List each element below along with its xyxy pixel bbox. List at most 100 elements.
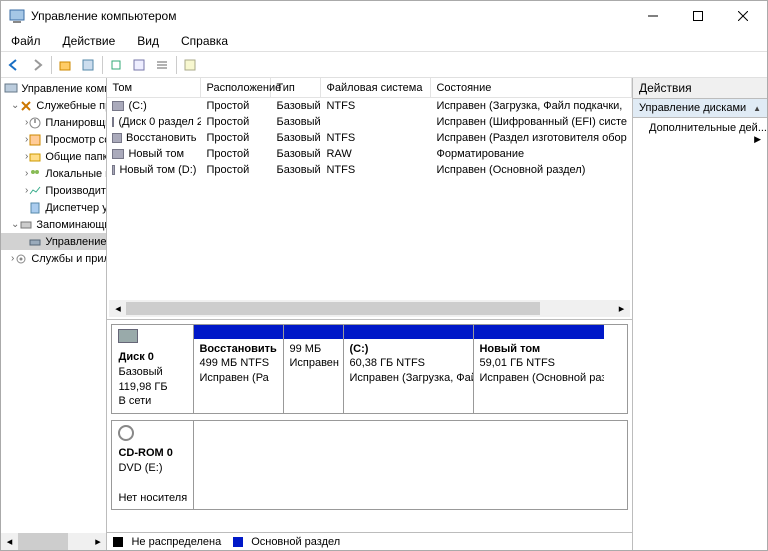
- menu-help[interactable]: Справка: [175, 33, 234, 49]
- forward-button[interactable]: [26, 54, 48, 76]
- menu-view[interactable]: Вид: [131, 33, 165, 49]
- scroll-track[interactable]: [18, 533, 89, 550]
- event-icon: [28, 132, 42, 148]
- legend-box-primary: [233, 537, 243, 547]
- volume-name: Новый том: [128, 148, 184, 160]
- volume-status: Форматирование: [431, 148, 632, 160]
- partition-size: 499 МБ NTFS: [199, 357, 269, 369]
- partition-body: Восстановить499 МБ NTFSИсправен (Ра: [194, 339, 283, 413]
- partition-body: Новый том59,01 ГБ NTFSИсправен (Основной…: [474, 339, 604, 413]
- diskmgmt-icon: [28, 234, 42, 250]
- action-button[interactable]: [128, 54, 150, 76]
- actions-pane: Действия Управление дисками ▲ Дополнител…: [633, 78, 767, 550]
- partition-size: 99 МБ: [289, 343, 321, 355]
- minimize-button[interactable]: [630, 2, 675, 30]
- tree-root[interactable]: Управление компьютером (л: [21, 83, 107, 95]
- disk0-size: 119,98 ГБ: [118, 381, 167, 393]
- tree-hscrollbar[interactable]: ◂ ▸: [1, 533, 106, 550]
- tree-shared[interactable]: Общие папки: [45, 151, 107, 163]
- legend-box-unallocated: [113, 537, 123, 547]
- partition[interactable]: Восстановить499 МБ NTFSИсправен (Ра: [194, 325, 284, 413]
- partition-bar: [344, 325, 473, 339]
- volume-row[interactable]: (C:)ПростойБазовыйNTFSИсправен (Загрузка…: [107, 98, 632, 114]
- app-icon: [9, 8, 25, 24]
- tree-eventvwr[interactable]: Просмотр событий: [45, 134, 107, 146]
- scroll-thumb[interactable]: [126, 302, 540, 315]
- refresh-button[interactable]: [105, 54, 127, 76]
- partition-status: Исправен: [289, 357, 339, 369]
- disk-row[interactable]: CD-ROM 0 DVD (E:) Нет носителя: [111, 420, 628, 510]
- close-button[interactable]: [720, 2, 765, 30]
- cdrom-partitions-empty: [194, 421, 627, 509]
- scroll-right-button[interactable]: ▸: [89, 533, 106, 550]
- menu-action[interactable]: Действие: [57, 33, 122, 49]
- collapse-icon[interactable]: ▲: [753, 104, 761, 113]
- legend: Не распределена Основной раздел: [107, 532, 632, 550]
- cdrom-drive: DVD (E:): [118, 462, 162, 474]
- menu-bar: Файл Действие Вид Справка: [1, 31, 767, 51]
- tree-diskmgmt[interactable]: Управление дисками: [45, 236, 107, 248]
- volume-list[interactable]: Том Расположение Тип Файловая система Со…: [107, 78, 632, 320]
- cdrom-name: CD-ROM 0: [118, 447, 172, 459]
- back-button[interactable]: [3, 54, 25, 76]
- tree-perf[interactable]: Производительность: [45, 185, 107, 197]
- scroll-thumb[interactable]: [18, 533, 68, 550]
- partition-status: Исправен (Ра: [199, 372, 268, 384]
- col-status[interactable]: Состояние: [431, 78, 632, 97]
- volume-hscrollbar[interactable]: ◂ ▸: [109, 300, 630, 317]
- partition[interactable]: Новый том59,01 ГБ NTFSИсправен (Основной…: [474, 325, 604, 413]
- col-fs[interactable]: Файловая система: [321, 78, 431, 97]
- partition-body: (C:)60,38 ГБ NTFSИсправен (Загрузка, Фай…: [344, 339, 473, 413]
- scroll-track[interactable]: [126, 300, 613, 317]
- volume-row[interactable]: ВосстановитьПростойБазовыйNTFSИсправен (…: [107, 130, 632, 146]
- volume-status: Исправен (Загрузка, Файл подкачки,: [431, 100, 632, 112]
- volume-icon: [112, 101, 124, 111]
- actions-more-link[interactable]: Дополнительные дей... ▶: [633, 118, 767, 149]
- volume-row[interactable]: (Диск 0 раздел 2)ПростойБазовыйИсправен …: [107, 114, 632, 130]
- volume-row[interactable]: Новый томПростойБазовыйRAWФорматирование: [107, 146, 632, 162]
- scroll-right-button[interactable]: ▸: [613, 300, 630, 317]
- volume-icon: [112, 165, 115, 175]
- folder-icon: [28, 149, 42, 165]
- tree-users[interactable]: Локальные пользоват: [45, 168, 107, 180]
- disk-icon: [118, 329, 138, 343]
- volume-type: Базовый: [271, 132, 321, 144]
- col-layout[interactable]: Расположение: [201, 78, 271, 97]
- partition-status: Исправен (Загрузка, Файл: [349, 372, 473, 384]
- partition-bar: [194, 325, 283, 339]
- list-button[interactable]: [151, 54, 173, 76]
- properties-button[interactable]: [77, 54, 99, 76]
- tree-devmgr[interactable]: Диспетчер устройств: [45, 202, 107, 214]
- chevron-right-icon: ▶: [754, 134, 761, 145]
- nav-tree[interactable]: ›Управление компьютером (л ⌄Служебные пр…: [1, 78, 107, 550]
- volume-type: Базовый: [271, 164, 321, 176]
- volume-row[interactable]: Новый том (D:)ПростойБазовыйNTFSИсправен…: [107, 162, 632, 178]
- partition[interactable]: (C:)60,38 ГБ NTFSИсправен (Загрузка, Фай…: [344, 325, 474, 413]
- help-button[interactable]: [179, 54, 201, 76]
- volume-status: Исправен (Раздел изготовителя обор: [431, 132, 632, 144]
- actions-section[interactable]: Управление дисками ▲: [633, 99, 767, 118]
- menu-file[interactable]: Файл: [5, 33, 47, 49]
- disk-row[interactable]: Диск 0 Базовый 119,98 ГБ В сети Восстано…: [111, 324, 628, 414]
- volume-name: Восстановить: [126, 132, 196, 144]
- volume-list-header[interactable]: Том Расположение Тип Файловая система Со…: [107, 78, 632, 98]
- volume-fs: NTFS: [321, 164, 431, 176]
- disk0-info[interactable]: Диск 0 Базовый 119,98 ГБ В сети: [112, 325, 194, 413]
- tree-scheduler[interactable]: Планировщик заданий: [45, 117, 107, 129]
- volume-layout: Простой: [201, 132, 271, 144]
- volume-type: Базовый: [271, 116, 321, 128]
- toolbar-divider: [51, 56, 52, 74]
- col-volume[interactable]: Том: [107, 78, 201, 97]
- tree-systools[interactable]: Служебные программы: [36, 100, 107, 112]
- scroll-left-button[interactable]: ◂: [1, 533, 18, 550]
- scroll-left-button[interactable]: ◂: [109, 300, 126, 317]
- volume-icon: [112, 117, 114, 127]
- tree-services[interactable]: Службы и приложения: [31, 253, 107, 265]
- col-type[interactable]: Тип: [271, 78, 321, 97]
- up-button[interactable]: [54, 54, 76, 76]
- maximize-button[interactable]: [675, 2, 720, 30]
- device-icon: [28, 200, 42, 216]
- cdrom-info[interactable]: CD-ROM 0 DVD (E:) Нет носителя: [112, 421, 194, 509]
- partition[interactable]: 99 МБ Исправен: [284, 325, 344, 413]
- tree-storage[interactable]: Запоминающие устройст: [36, 219, 107, 231]
